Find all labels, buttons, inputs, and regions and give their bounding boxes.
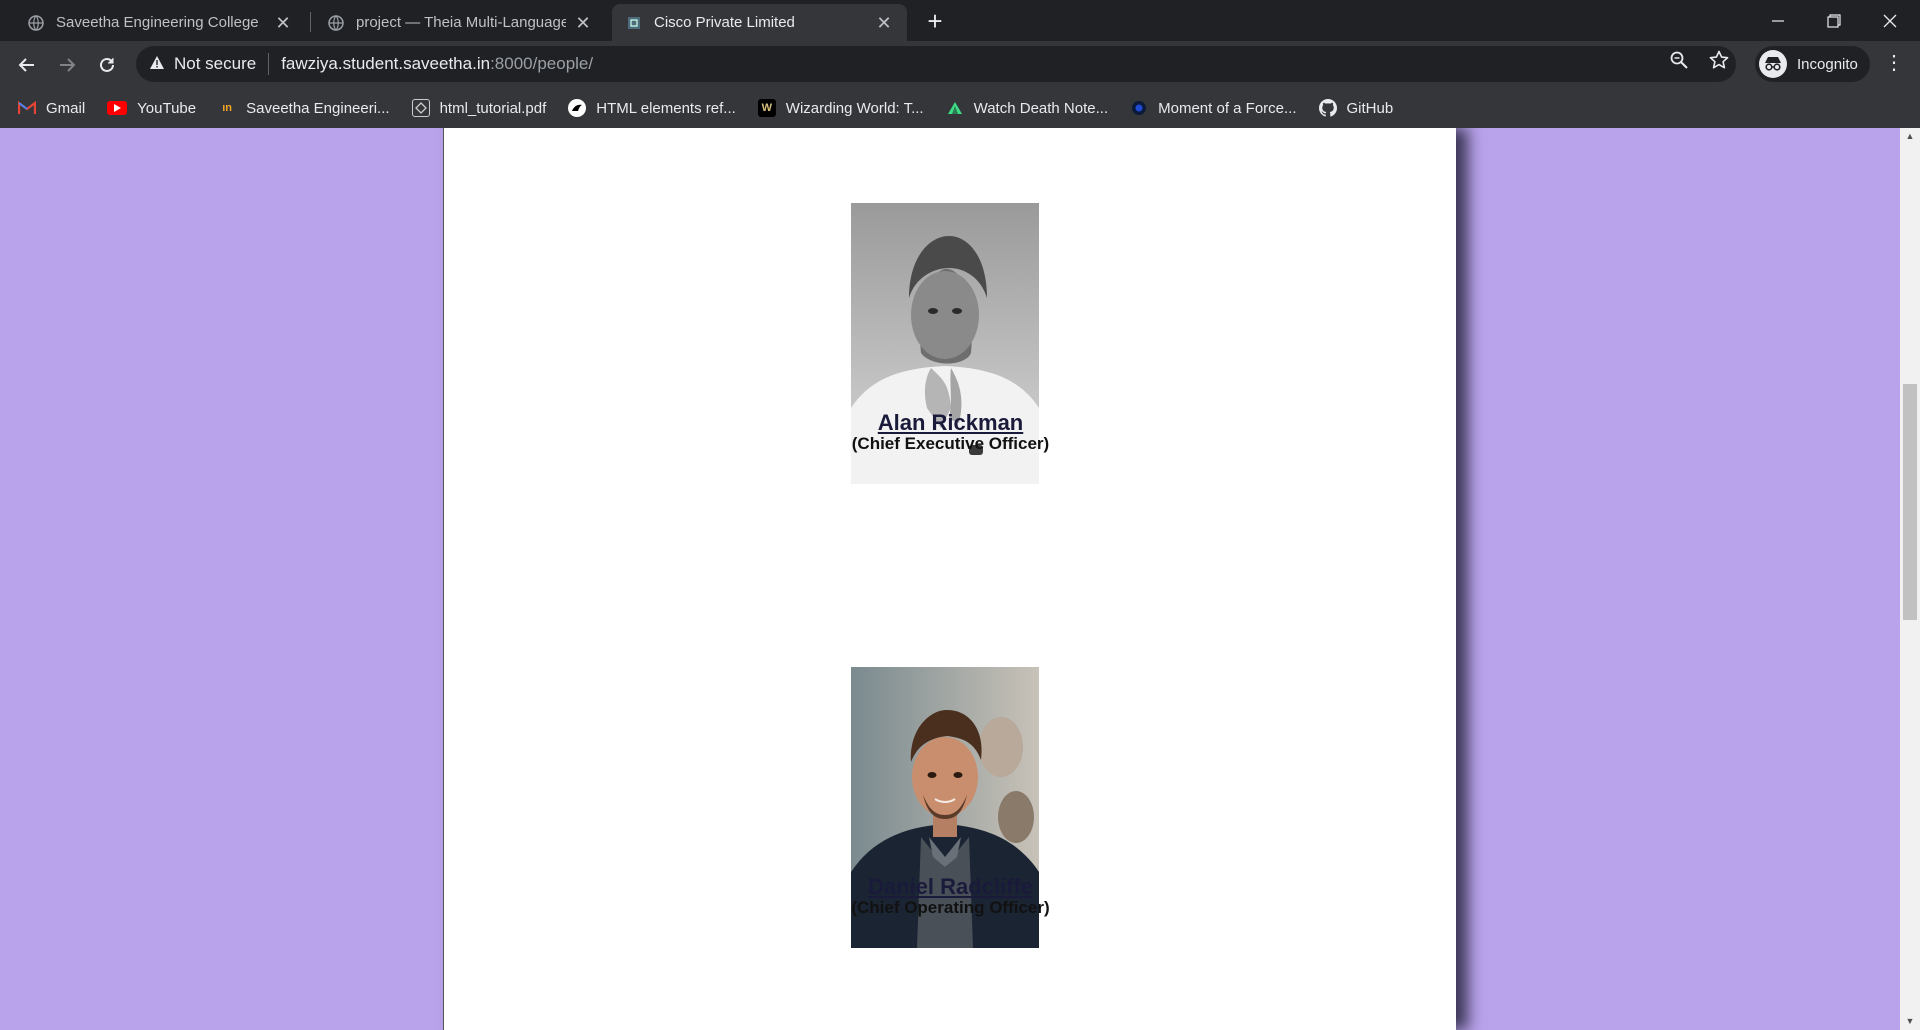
bookmark-html-elements[interactable]: HTML elements ref...	[568, 99, 736, 117]
incognito-icon	[1759, 50, 1787, 78]
pdf-icon	[411, 99, 430, 117]
bookmark-label: YouTube	[137, 99, 197, 117]
tab-title: Saveetha Engineering College	[56, 14, 259, 31]
forward-button[interactable]	[52, 50, 82, 80]
bookmark-label: GitHub	[1346, 99, 1394, 117]
wizarding-icon: W	[757, 99, 776, 117]
reload-button[interactable]	[92, 50, 122, 80]
globe-icon	[328, 14, 344, 31]
url-path[interactable]: :8000/people/	[490, 54, 593, 74]
people-card: Alan Rickman (Chief Executive Officer) D…	[443, 128, 1456, 1030]
bookmark-wizarding-world[interactable]: W Wizarding World: T...	[757, 99, 924, 117]
bookmarks-bar: Gmail YouTube ın Saveetha Engineeri... h…	[0, 88, 1920, 128]
page-scrollbar[interactable]: ▲ ▼	[1900, 128, 1920, 1030]
person-role: (Chief Executive Officer)	[851, 434, 1050, 453]
bookmark-youtube[interactable]: YouTube	[107, 100, 196, 117]
tab-strip: Saveetha Engineering College ✕ project —…	[0, 0, 1920, 41]
forward-arrow-icon	[60, 58, 76, 72]
restore-icon[interactable]	[1806, 0, 1862, 41]
bookmark-saveetha[interactable]: ın Saveetha Engineeri...	[218, 99, 389, 117]
divider	[268, 53, 270, 75]
bookmark-label: Watch Death Note...	[973, 99, 1109, 117]
person-name-link[interactable]: Alan Rickman	[444, 410, 1457, 436]
close-window-icon[interactable]	[1862, 0, 1918, 41]
address-bar[interactable]: Not secure fawziya.student.saveetha.in:8…	[136, 46, 1736, 82]
bookmark-github[interactable]: GitHub	[1318, 99, 1394, 117]
profile-label: Incognito	[1797, 55, 1858, 73]
cisco-favicon-icon	[626, 15, 642, 31]
tab-close-icon[interactable]: ✕	[274, 14, 292, 32]
tab-title: Cisco Private Limited	[654, 14, 795, 31]
scroll-up-icon[interactable]: ▲	[1900, 128, 1920, 145]
tab-saveetha[interactable]: Saveetha Engineering College ✕	[14, 4, 306, 41]
bookmark-star-icon[interactable]	[1708, 49, 1730, 71]
back-button[interactable]	[12, 50, 42, 80]
tab-cisco[interactable]: Cisco Private Limited ✕	[612, 4, 907, 41]
bookmark-gmail[interactable]: Gmail	[18, 99, 85, 117]
youtube-icon	[107, 101, 128, 115]
bookmark-label: Gmail	[46, 99, 86, 117]
tab-close-icon[interactable]: ✕	[875, 14, 893, 32]
github-icon	[1318, 99, 1337, 117]
warning-icon[interactable]	[150, 56, 164, 72]
person-name-link[interactable]: Daniel Radcliffe	[444, 874, 1457, 900]
bookmark-label: html_tutorial.pdf	[439, 99, 547, 117]
globe-icon	[28, 14, 44, 31]
bookmark-label: Wizarding World: T...	[785, 99, 924, 117]
bookmark-label: Saveetha Engineeri...	[246, 99, 390, 117]
bookmark-html-tutorial[interactable]: html_tutorial.pdf	[411, 99, 547, 117]
tab-title: project — Theia Multi-Language	[356, 14, 566, 31]
new-tab-button[interactable]: +	[921, 8, 949, 36]
tab-theia[interactable]: project — Theia Multi-Language ✕	[314, 4, 606, 41]
profile-button[interactable]: Incognito	[1755, 46, 1870, 82]
page-viewport: Alan Rickman (Chief Executive Officer) D…	[0, 128, 1900, 1030]
reload-icon	[100, 57, 114, 72]
bookmark-label: Moment of a Force...	[1158, 99, 1297, 117]
security-label[interactable]: Not secure	[174, 54, 256, 74]
mdn-icon	[568, 99, 587, 117]
moment-icon	[1130, 99, 1148, 117]
deathnote-icon	[946, 99, 964, 117]
minimize-icon[interactable]	[1750, 0, 1806, 41]
zoom-icon[interactable]	[1668, 49, 1690, 71]
saveetha-icon: ın	[222, 102, 233, 114]
url-host[interactable]: fawziya.student.saveetha.in	[281, 54, 490, 74]
tab-separator	[310, 12, 311, 32]
scroll-down-icon[interactable]: ▼	[1900, 1013, 1920, 1030]
browser-toolbar: Not secure fawziya.student.saveetha.in:8…	[0, 41, 1920, 88]
person-role: (Chief Operating Officer)	[851, 898, 1050, 917]
gmail-icon	[18, 99, 36, 117]
bookmark-death-note[interactable]: Watch Death Note...	[946, 99, 1109, 117]
bookmark-moment-of-force[interactable]: Moment of a Force...	[1130, 99, 1297, 117]
scrollbar-thumb[interactable]	[1903, 384, 1917, 620]
tab-close-icon[interactable]: ✕	[574, 14, 592, 32]
menu-icon[interactable]: ⋮	[1882, 52, 1906, 76]
back-arrow-icon	[18, 58, 34, 72]
bookmark-label: HTML elements ref...	[596, 99, 736, 117]
